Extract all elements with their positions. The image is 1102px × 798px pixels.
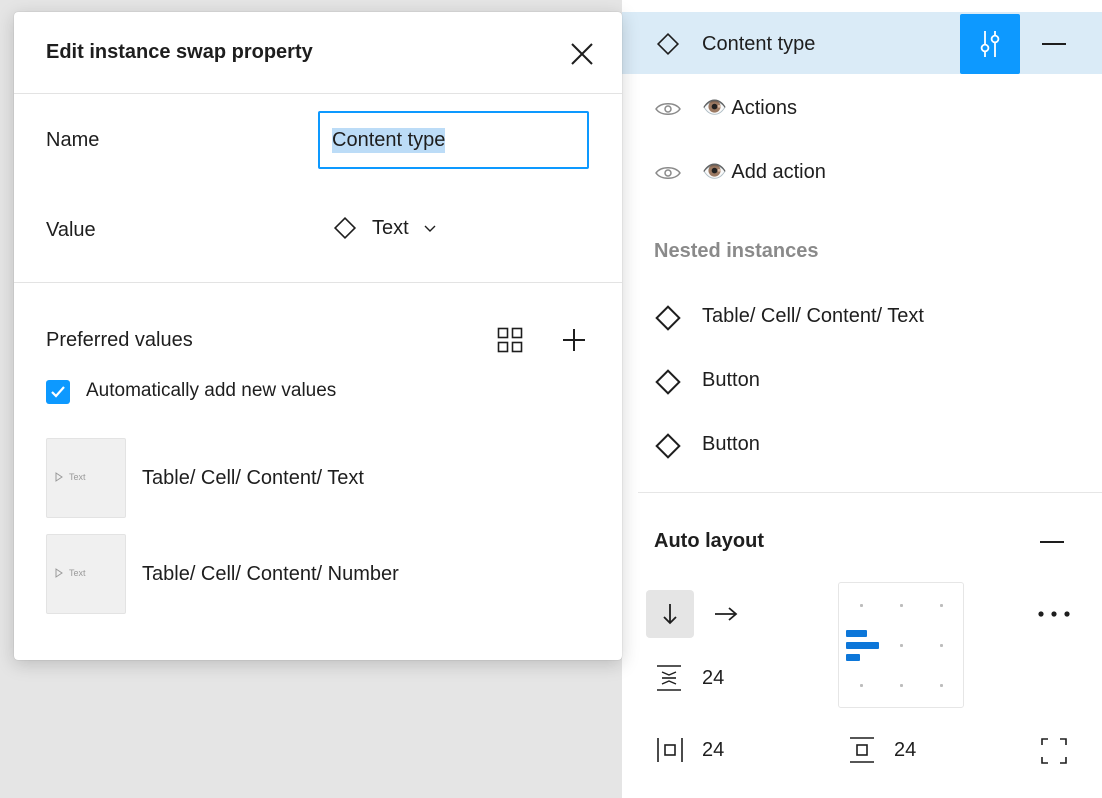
align-indicator-bar <box>846 642 879 649</box>
dialog-divider <box>14 282 622 283</box>
preferred-values-label: Preferred values <box>46 329 193 351</box>
section-divider <box>638 492 1102 493</box>
arrow-down-icon <box>663 604 677 625</box>
remove-auto-layout-button[interactable] <box>1034 528 1070 556</box>
plus-icon <box>563 329 585 351</box>
value-dropdown[interactable]: Text <box>332 215 437 241</box>
vertical-padding-value[interactable]: 24 <box>894 738 916 762</box>
instance-diamond-icon <box>655 433 681 459</box>
add-preferred-value-button[interactable] <box>556 322 592 358</box>
nested-instances-title: Nested instances <box>654 240 819 262</box>
eye-emoji-icon: 👁️ <box>702 97 727 119</box>
play-icon <box>55 472 63 482</box>
name-input-value: Content type <box>332 127 446 153</box>
preferred-item-label[interactable]: Table/ Cell/ Content/ Number <box>142 563 399 586</box>
name-input[interactable]: Content type <box>318 111 589 169</box>
close-icon <box>571 43 593 65</box>
vertical-padding-icon <box>850 737 874 763</box>
direction-vertical-button[interactable] <box>646 590 694 638</box>
property-label: 👁️ Add action <box>702 160 826 184</box>
play-icon <box>55 568 63 578</box>
auto-layout-title: Auto layout <box>654 530 764 552</box>
nested-instance-item[interactable]: Table/ Cell/ Content/ Text <box>702 304 924 328</box>
individual-padding-icon <box>1041 738 1067 764</box>
nested-instance-item[interactable]: Button <box>702 432 760 456</box>
minus-icon <box>1042 43 1066 45</box>
nested-instance-item[interactable]: Button <box>702 368 760 392</box>
component-diamond-icon <box>656 32 680 56</box>
spacing-value[interactable]: 24 <box>702 666 724 690</box>
value-selected: Text <box>372 216 409 239</box>
properties-panel: Content type 👁️ Actions 👁️ Add action Ne… <box>622 0 1102 798</box>
property-label: Content type <box>702 33 816 55</box>
remove-property-button[interactable] <box>1036 30 1072 58</box>
eye-icon[interactable] <box>654 164 682 182</box>
property-label-add-action: Add action <box>731 161 826 183</box>
chevron-down-icon <box>424 225 436 232</box>
auto-add-checkbox[interactable] <box>46 380 70 404</box>
preferred-item-thumbnail: Text <box>46 438 126 518</box>
ellipsis-icon <box>1038 611 1070 617</box>
thumbnail-text: Text <box>69 472 86 482</box>
align-indicator-bar <box>846 654 860 661</box>
instance-diamond-icon <box>655 369 681 395</box>
individual-padding-button[interactable] <box>1038 736 1070 766</box>
eye-emoji-icon: 👁️ <box>702 161 727 183</box>
grid-icon <box>497 327 523 353</box>
horizontal-padding-value[interactable]: 24 <box>702 738 724 762</box>
thumbnail-text: Text <box>69 568 86 578</box>
instance-diamond-icon <box>655 305 681 331</box>
dialog-title: Edit instance swap property <box>46 41 313 63</box>
grid-view-button[interactable] <box>492 322 528 358</box>
direction-horizontal-button[interactable] <box>702 590 750 638</box>
arrow-right-icon <box>715 607 738 621</box>
name-label: Name <box>46 129 100 151</box>
component-diamond-icon <box>333 216 357 240</box>
eye-icon[interactable] <box>654 100 682 118</box>
property-label-actions: Actions <box>731 97 797 119</box>
dialog-divider <box>14 93 622 94</box>
value-label: Value <box>46 219 96 241</box>
checkmark-icon <box>51 386 65 398</box>
edit-property-button[interactable] <box>960 14 1020 74</box>
spacing-between-icon <box>657 665 681 691</box>
preferred-item-label[interactable]: Table/ Cell/ Content/ Text <box>142 467 364 490</box>
close-button[interactable] <box>564 36 600 72</box>
alignment-grid[interactable] <box>838 582 964 708</box>
sliders-icon <box>980 31 1000 57</box>
edit-instance-swap-dialog: Edit instance swap property Name Content… <box>14 12 622 660</box>
property-label: 👁️ Actions <box>702 96 797 120</box>
more-options-button[interactable] <box>1030 598 1078 630</box>
align-indicator-bar <box>846 630 867 637</box>
horizontal-padding-icon <box>657 738 683 762</box>
minus-icon <box>1040 541 1064 543</box>
property-row-content-type[interactable] <box>622 12 1102 74</box>
preferred-item-thumbnail: Text <box>46 534 126 614</box>
auto-add-label[interactable]: Automatically add new values <box>86 380 336 402</box>
